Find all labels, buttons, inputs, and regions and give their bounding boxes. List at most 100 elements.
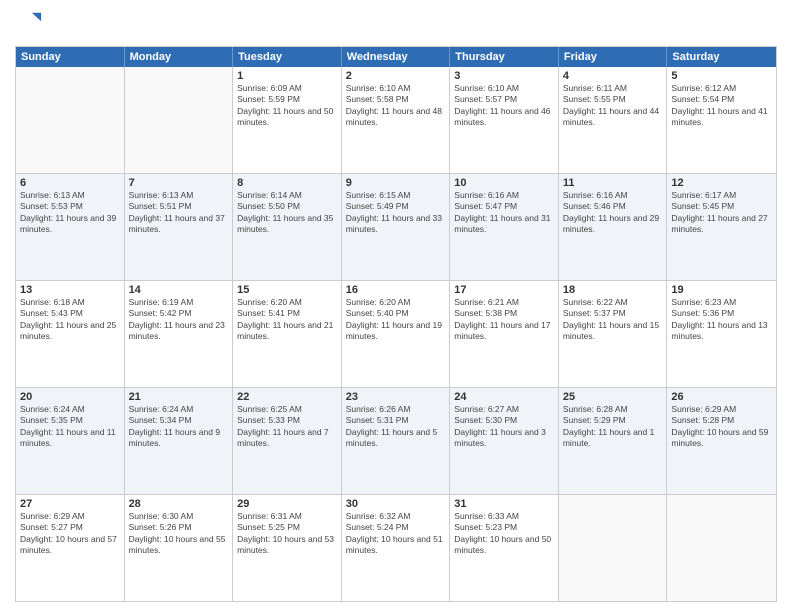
day-detail: Sunrise: 6:32 AM Sunset: 5:24 PM Dayligh… bbox=[346, 511, 446, 557]
day-cell-16: 16Sunrise: 6:20 AM Sunset: 5:40 PM Dayli… bbox=[342, 281, 451, 387]
day-number: 13 bbox=[20, 284, 120, 296]
day-cell-10: 10Sunrise: 6:16 AM Sunset: 5:47 PM Dayli… bbox=[450, 174, 559, 280]
day-detail: Sunrise: 6:29 AM Sunset: 5:27 PM Dayligh… bbox=[20, 511, 120, 557]
calendar-row-0: 1Sunrise: 6:09 AM Sunset: 5:59 PM Daylig… bbox=[16, 67, 776, 174]
day-number: 11 bbox=[563, 177, 663, 189]
day-cell-12: 12Sunrise: 6:17 AM Sunset: 5:45 PM Dayli… bbox=[667, 174, 776, 280]
col-header-tuesday: Tuesday bbox=[233, 47, 342, 67]
empty-cell-4-5 bbox=[559, 495, 668, 601]
day-cell-22: 22Sunrise: 6:25 AM Sunset: 5:33 PM Dayli… bbox=[233, 388, 342, 494]
day-detail: Sunrise: 6:19 AM Sunset: 5:42 PM Dayligh… bbox=[129, 297, 229, 343]
day-detail: Sunrise: 6:18 AM Sunset: 5:43 PM Dayligh… bbox=[20, 297, 120, 343]
day-cell-2: 2Sunrise: 6:10 AM Sunset: 5:58 PM Daylig… bbox=[342, 67, 451, 173]
day-detail: Sunrise: 6:25 AM Sunset: 5:33 PM Dayligh… bbox=[237, 404, 337, 450]
calendar-row-3: 20Sunrise: 6:24 AM Sunset: 5:35 PM Dayli… bbox=[16, 388, 776, 495]
day-number: 21 bbox=[129, 391, 229, 403]
day-number: 18 bbox=[563, 284, 663, 296]
day-detail: Sunrise: 6:09 AM Sunset: 5:59 PM Dayligh… bbox=[237, 83, 337, 129]
day-detail: Sunrise: 6:30 AM Sunset: 5:26 PM Dayligh… bbox=[129, 511, 229, 557]
calendar-row-4: 27Sunrise: 6:29 AM Sunset: 5:27 PM Dayli… bbox=[16, 495, 776, 601]
day-detail: Sunrise: 6:15 AM Sunset: 5:49 PM Dayligh… bbox=[346, 190, 446, 236]
day-detail: Sunrise: 6:12 AM Sunset: 5:54 PM Dayligh… bbox=[671, 83, 772, 129]
day-number: 24 bbox=[454, 391, 554, 403]
day-cell-30: 30Sunrise: 6:32 AM Sunset: 5:24 PM Dayli… bbox=[342, 495, 451, 601]
day-cell-21: 21Sunrise: 6:24 AM Sunset: 5:34 PM Dayli… bbox=[125, 388, 234, 494]
col-header-friday: Friday bbox=[559, 47, 668, 67]
day-detail: Sunrise: 6:14 AM Sunset: 5:50 PM Dayligh… bbox=[237, 190, 337, 236]
day-detail: Sunrise: 6:16 AM Sunset: 5:47 PM Dayligh… bbox=[454, 190, 554, 236]
day-cell-9: 9Sunrise: 6:15 AM Sunset: 5:49 PM Daylig… bbox=[342, 174, 451, 280]
logo bbox=[15, 10, 47, 38]
day-cell-13: 13Sunrise: 6:18 AM Sunset: 5:43 PM Dayli… bbox=[16, 281, 125, 387]
day-number: 6 bbox=[20, 177, 120, 189]
day-detail: Sunrise: 6:28 AM Sunset: 5:29 PM Dayligh… bbox=[563, 404, 663, 450]
day-cell-26: 26Sunrise: 6:29 AM Sunset: 5:28 PM Dayli… bbox=[667, 388, 776, 494]
day-number: 25 bbox=[563, 391, 663, 403]
calendar-header-row: SundayMondayTuesdayWednesdayThursdayFrid… bbox=[16, 47, 776, 67]
day-detail: Sunrise: 6:31 AM Sunset: 5:25 PM Dayligh… bbox=[237, 511, 337, 557]
day-cell-7: 7Sunrise: 6:13 AM Sunset: 5:51 PM Daylig… bbox=[125, 174, 234, 280]
day-detail: Sunrise: 6:33 AM Sunset: 5:23 PM Dayligh… bbox=[454, 511, 554, 557]
day-cell-14: 14Sunrise: 6:19 AM Sunset: 5:42 PM Dayli… bbox=[125, 281, 234, 387]
day-number: 20 bbox=[20, 391, 120, 403]
day-number: 1 bbox=[237, 70, 337, 82]
calendar-row-2: 13Sunrise: 6:18 AM Sunset: 5:43 PM Dayli… bbox=[16, 281, 776, 388]
logo-icon bbox=[15, 10, 43, 38]
col-header-saturday: Saturday bbox=[667, 47, 776, 67]
day-number: 30 bbox=[346, 498, 446, 510]
day-cell-17: 17Sunrise: 6:21 AM Sunset: 5:38 PM Dayli… bbox=[450, 281, 559, 387]
day-number: 29 bbox=[237, 498, 337, 510]
day-detail: Sunrise: 6:20 AM Sunset: 5:41 PM Dayligh… bbox=[237, 297, 337, 343]
calendar-row-1: 6Sunrise: 6:13 AM Sunset: 5:53 PM Daylig… bbox=[16, 174, 776, 281]
day-cell-1: 1Sunrise: 6:09 AM Sunset: 5:59 PM Daylig… bbox=[233, 67, 342, 173]
empty-cell-0-1 bbox=[125, 67, 234, 173]
day-cell-5: 5Sunrise: 6:12 AM Sunset: 5:54 PM Daylig… bbox=[667, 67, 776, 173]
day-detail: Sunrise: 6:13 AM Sunset: 5:53 PM Dayligh… bbox=[20, 190, 120, 236]
day-cell-28: 28Sunrise: 6:30 AM Sunset: 5:26 PM Dayli… bbox=[125, 495, 234, 601]
day-detail: Sunrise: 6:16 AM Sunset: 5:46 PM Dayligh… bbox=[563, 190, 663, 236]
day-number: 14 bbox=[129, 284, 229, 296]
day-number: 26 bbox=[671, 391, 772, 403]
page: SundayMondayTuesdayWednesdayThursdayFrid… bbox=[0, 0, 792, 612]
day-detail: Sunrise: 6:21 AM Sunset: 5:38 PM Dayligh… bbox=[454, 297, 554, 343]
day-number: 17 bbox=[454, 284, 554, 296]
day-cell-29: 29Sunrise: 6:31 AM Sunset: 5:25 PM Dayli… bbox=[233, 495, 342, 601]
day-cell-27: 27Sunrise: 6:29 AM Sunset: 5:27 PM Dayli… bbox=[16, 495, 125, 601]
day-number: 5 bbox=[671, 70, 772, 82]
day-detail: Sunrise: 6:11 AM Sunset: 5:55 PM Dayligh… bbox=[563, 83, 663, 129]
day-number: 2 bbox=[346, 70, 446, 82]
day-number: 4 bbox=[563, 70, 663, 82]
day-number: 10 bbox=[454, 177, 554, 189]
day-number: 28 bbox=[129, 498, 229, 510]
day-detail: Sunrise: 6:24 AM Sunset: 5:35 PM Dayligh… bbox=[20, 404, 120, 450]
day-cell-18: 18Sunrise: 6:22 AM Sunset: 5:37 PM Dayli… bbox=[559, 281, 668, 387]
day-detail: Sunrise: 6:17 AM Sunset: 5:45 PM Dayligh… bbox=[671, 190, 772, 236]
day-cell-23: 23Sunrise: 6:26 AM Sunset: 5:31 PM Dayli… bbox=[342, 388, 451, 494]
day-number: 19 bbox=[671, 284, 772, 296]
day-number: 23 bbox=[346, 391, 446, 403]
day-cell-11: 11Sunrise: 6:16 AM Sunset: 5:46 PM Dayli… bbox=[559, 174, 668, 280]
day-detail: Sunrise: 6:29 AM Sunset: 5:28 PM Dayligh… bbox=[671, 404, 772, 450]
calendar-body: 1Sunrise: 6:09 AM Sunset: 5:59 PM Daylig… bbox=[16, 67, 776, 601]
day-detail: Sunrise: 6:13 AM Sunset: 5:51 PM Dayligh… bbox=[129, 190, 229, 236]
day-cell-25: 25Sunrise: 6:28 AM Sunset: 5:29 PM Dayli… bbox=[559, 388, 668, 494]
day-number: 22 bbox=[237, 391, 337, 403]
day-detail: Sunrise: 6:27 AM Sunset: 5:30 PM Dayligh… bbox=[454, 404, 554, 450]
day-detail: Sunrise: 6:23 AM Sunset: 5:36 PM Dayligh… bbox=[671, 297, 772, 343]
col-header-sunday: Sunday bbox=[16, 47, 125, 67]
col-header-thursday: Thursday bbox=[450, 47, 559, 67]
calendar: SundayMondayTuesdayWednesdayThursdayFrid… bbox=[15, 46, 777, 602]
day-number: 3 bbox=[454, 70, 554, 82]
day-number: 12 bbox=[671, 177, 772, 189]
day-number: 16 bbox=[346, 284, 446, 296]
empty-cell-0-0 bbox=[16, 67, 125, 173]
day-cell-31: 31Sunrise: 6:33 AM Sunset: 5:23 PM Dayli… bbox=[450, 495, 559, 601]
day-number: 8 bbox=[237, 177, 337, 189]
day-cell-15: 15Sunrise: 6:20 AM Sunset: 5:41 PM Dayli… bbox=[233, 281, 342, 387]
day-detail: Sunrise: 6:22 AM Sunset: 5:37 PM Dayligh… bbox=[563, 297, 663, 343]
day-number: 31 bbox=[454, 498, 554, 510]
day-cell-3: 3Sunrise: 6:10 AM Sunset: 5:57 PM Daylig… bbox=[450, 67, 559, 173]
day-cell-4: 4Sunrise: 6:11 AM Sunset: 5:55 PM Daylig… bbox=[559, 67, 668, 173]
empty-cell-4-6 bbox=[667, 495, 776, 601]
day-cell-6: 6Sunrise: 6:13 AM Sunset: 5:53 PM Daylig… bbox=[16, 174, 125, 280]
